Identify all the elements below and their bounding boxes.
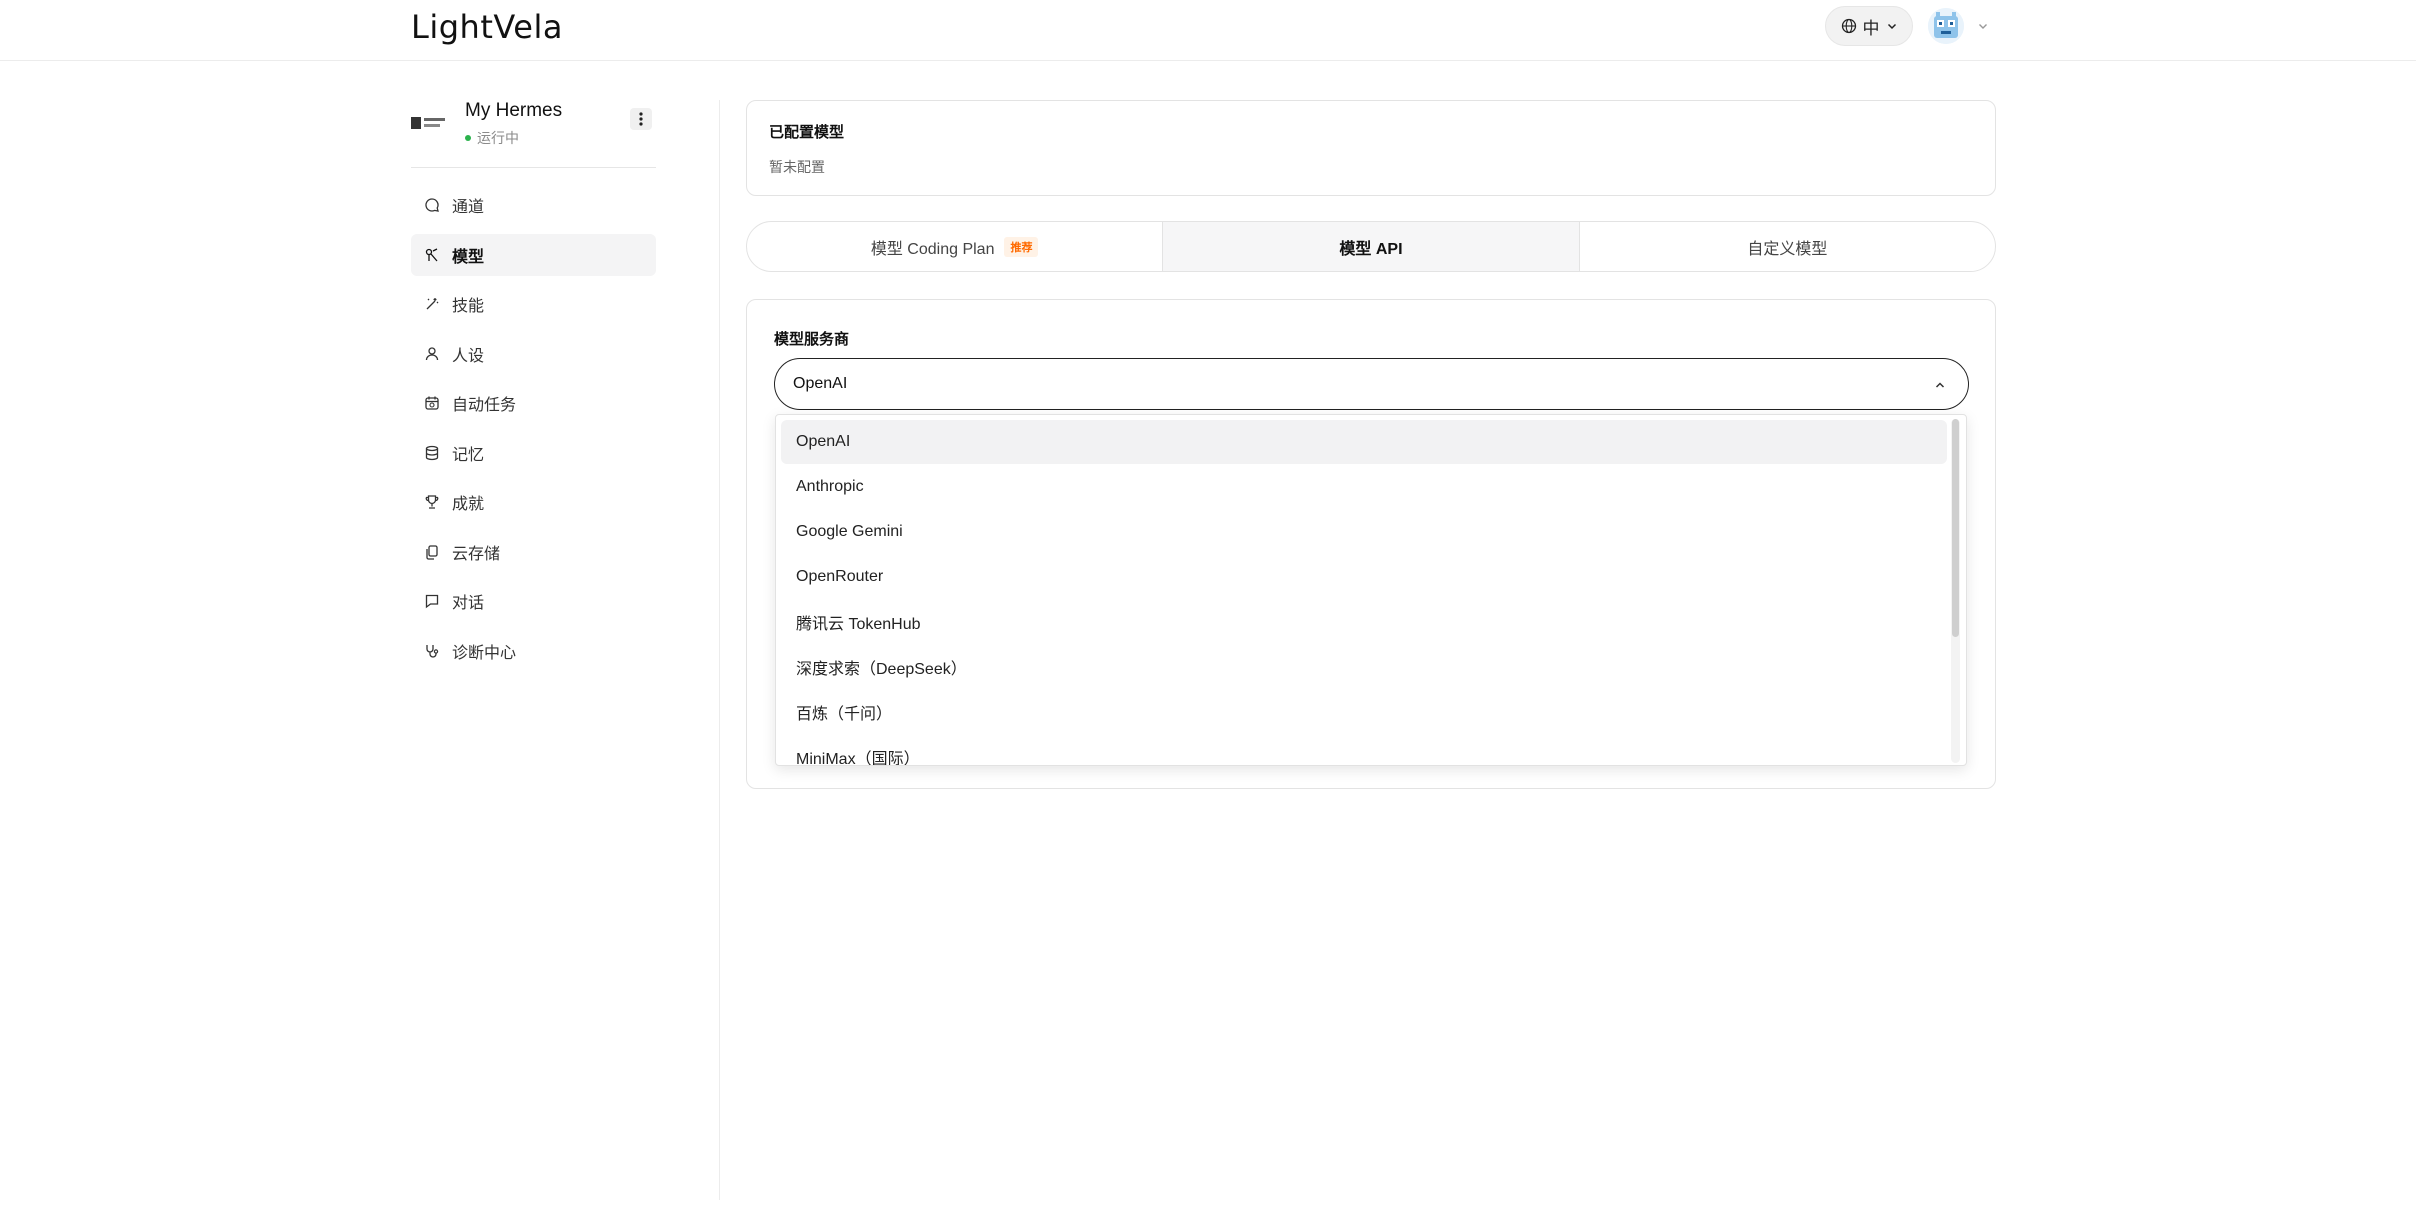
chat-bubble-icon [425, 198, 439, 212]
language-label: 中 [1862, 18, 1880, 38]
provider-selected-value: OpenAI [793, 375, 848, 392]
dropdown-scrollbar[interactable] [1951, 419, 1960, 763]
status-dot-icon [465, 135, 471, 141]
provider-option-tencent-tokenhub[interactable]: 腾讯云 TokenHub [781, 600, 1947, 644]
recommended-badge: 推荐 [1004, 236, 1039, 257]
sidebar-item-label: 诊断中心 [452, 644, 517, 662]
agent-status-label: 运行中 [477, 130, 519, 146]
vertical-divider [719, 100, 720, 1200]
sidebar-item-label: 人设 [452, 347, 485, 365]
cloud-files-icon [426, 544, 438, 560]
provider-option-openai[interactable]: OpenAI [781, 420, 1947, 464]
provider-option-deepseek[interactable]: 深度求索（DeepSeek） [781, 645, 1947, 689]
sidebar-item-auto-tasks[interactable]: 自动任务 [411, 382, 656, 424]
sidebar-item-memory[interactable]: 记忆 [411, 432, 656, 474]
configured-models-card: 已配置模型 暂未配置 [746, 100, 1996, 196]
sidebar-item-label: 记忆 [452, 446, 485, 464]
tab-custom-model[interactable]: 自定义模型 [1580, 222, 1995, 271]
chevron-up-icon [1935, 382, 1945, 388]
agent-name: My Hermes [465, 100, 563, 121]
sidebar-item-label: 云存储 [452, 545, 501, 563]
sidebar-item-cloud-storage[interactable]: 云存储 [411, 531, 656, 573]
provider-option-bailian[interactable]: 百炼（千问） [781, 690, 1947, 734]
avatar-image-icon [1928, 8, 1964, 44]
provider-dropdown: OpenAI Anthropic Google Gemini OpenRoute… [775, 414, 1967, 766]
sidebar-item-models[interactable]: 模型 [411, 233, 656, 276]
agent-card[interactable]: My Hermes 运行中 [411, 100, 656, 168]
provider-option-openrouter[interactable]: OpenRouter [781, 555, 1947, 599]
provider-option-google-gemini[interactable]: Google Gemini [781, 510, 1947, 554]
tab-model-api[interactable]: 模型 API [1163, 222, 1580, 271]
sidebar-item-skills[interactable]: 技能 [411, 283, 656, 325]
more-options-button[interactable] [630, 108, 652, 130]
sidebar-nav: 通道 模型 技能 人设 自动任务 记忆 成就 云存储 对话 诊断中心 [411, 184, 656, 672]
avatar[interactable] [1928, 8, 1964, 44]
person-icon [425, 346, 439, 360]
magic-wand-icon [426, 298, 439, 310]
sidebar-item-label: 模型 [452, 248, 485, 266]
sidebar-item-achievements[interactable]: 成就 [411, 481, 656, 523]
chevron-down-icon[interactable] [1977, 20, 1989, 32]
sidebar-item-diagnostics[interactable]: 诊断中心 [411, 630, 656, 672]
provider-option-anthropic[interactable]: Anthropic [781, 465, 1947, 509]
model-tabs: 模型 Coding Plan 推荐 模型 API 自定义模型 [746, 221, 1996, 272]
database-icon [425, 445, 439, 460]
stethoscope-icon [426, 644, 439, 658]
provider-select[interactable]: OpenAI [774, 358, 1969, 410]
sidebar-item-label: 对话 [452, 595, 485, 612]
provider-label: 模型服务商 [774, 331, 850, 348]
sidebar-item-label: 技能 [452, 298, 485, 315]
top-bar: LightVela 中 [0, 0, 2416, 61]
trophy-icon [425, 495, 439, 509]
tab-label: 模型 Coding Plan [870, 240, 995, 258]
agent-logo-icon [411, 117, 445, 129]
sidebar-item-conversations[interactable]: 对话 [411, 580, 656, 622]
logo[interactable]: LightVela [411, 8, 563, 46]
model-icon [425, 247, 438, 261]
sidebar-item-label: 通道 [452, 199, 485, 216]
sidebar: My Hermes 运行中 通道 模型 技能 人设 自动任务 记忆 成就 云存储… [411, 100, 656, 679]
scrollbar-thumb[interactable] [1952, 419, 1959, 637]
globe-icon [1841, 18, 1856, 34]
message-square-icon [425, 594, 439, 609]
sidebar-item-label: 成就 [452, 496, 485, 513]
sidebar-item-label: 自动任务 [452, 397, 517, 414]
tab-label: 自定义模型 [1747, 240, 1828, 258]
sidebar-item-persona[interactable]: 人设 [411, 333, 656, 375]
language-switcher[interactable]: 中 [1825, 6, 1913, 46]
configured-models-title: 已配置模型 [769, 124, 845, 141]
more-vertical-icon [639, 112, 643, 126]
provider-option-minimax[interactable]: MiniMax（国际） [781, 735, 1947, 765]
tab-label: 模型 API [1339, 240, 1403, 258]
sidebar-item-channels[interactable]: 通道 [411, 184, 656, 226]
calendar-clock-icon [425, 396, 439, 410]
chevron-down-icon [1887, 23, 1896, 30]
tab-coding-plan[interactable]: 模型 Coding Plan 推荐 [747, 222, 1164, 271]
configured-models-empty: 暂未配置 [769, 159, 825, 175]
agent-status: 运行中 [465, 128, 519, 148]
